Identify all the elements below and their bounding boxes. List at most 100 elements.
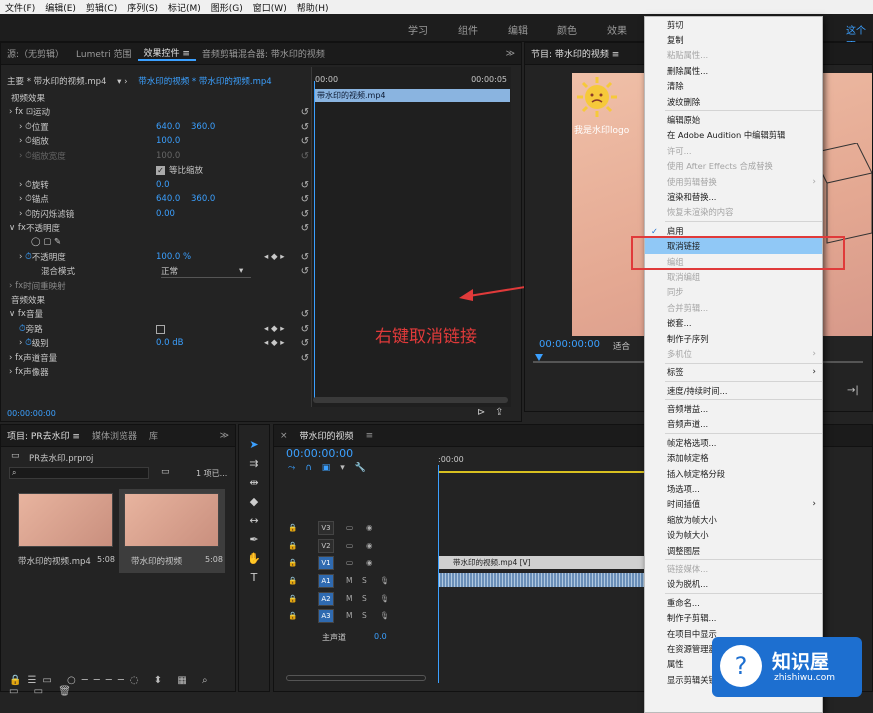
reset-icon[interactable]: ↺ [301, 353, 309, 364]
context-menu-item[interactable]: 制作子剪辑... [645, 610, 822, 625]
track-header[interactable]: 🔒 V2 ▭ ◉ [278, 537, 438, 554]
lock-icon[interactable]: 🔒 [288, 576, 297, 585]
context-menu-item[interactable]: 重命名... [645, 595, 822, 610]
context-menu-item[interactable]: 时间插值 › [645, 497, 822, 512]
scale-row[interactable]: › ⏱ 缩放 100.0 ↺ [19, 134, 309, 149]
tab-media-browser[interactable]: 媒体浏览器 [86, 429, 143, 442]
track-header[interactable]: 🔒 V3 ▭ ◉ [278, 519, 438, 536]
filter-icon[interactable]: ⊳ [477, 407, 485, 418]
tab-effect-controls[interactable]: 效果控件 ≡ [137, 46, 196, 61]
tab-libraries[interactable]: 库 [143, 429, 164, 442]
track-target[interactable]: V2 [318, 538, 334, 553]
lock-icon[interactable]: 🔒 [288, 558, 297, 567]
new-bin-icon[interactable]: ▭ [161, 467, 170, 477]
context-menu-item[interactable]: 音频声道... [645, 417, 822, 432]
reset-icon[interactable]: ↺ [301, 209, 309, 220]
menu-item[interactable]: 窗口(W) [248, 1, 292, 14]
context-menu-item[interactable]: 帧定格选项... [645, 435, 822, 450]
lock-icon[interactable]: 🔒 [288, 523, 297, 532]
effect-scrollbar[interactable] [313, 397, 508, 403]
menu-item[interactable]: 编辑(E) [40, 1, 81, 14]
tab-project[interactable]: 项目: PR去水印 ≡ [1, 429, 86, 442]
track-header[interactable]: 🔒 A2 M S 🎙 [278, 590, 438, 607]
track-header[interactable]: 🔒 A3 M S 🎙 [278, 607, 438, 624]
anchor-row[interactable]: › ⏱ 锚点 640.0 360.0 ↺ [19, 192, 309, 207]
ripple-edit-icon[interactable]: ⇹ [247, 475, 261, 489]
reset-icon[interactable]: ↺ [301, 338, 309, 349]
opacity-row[interactable]: › ⏱ 不透明度 100.0 % ◂ ◆ ▸ ↺ [19, 250, 309, 265]
workspace-tab[interactable]: 组件 [458, 22, 478, 37]
context-menu-item[interactable]: 标签 › [645, 365, 822, 380]
position-row[interactable]: › ⏱ 位置 640.0 360.0 ↺ [19, 120, 309, 135]
track-target[interactable]: A3 [318, 608, 334, 623]
project-item[interactable]: 带水印的视频.mp4 5:08 [15, 493, 115, 573]
volume-row[interactable]: ∨ fx 音量 ↺ [9, 307, 309, 322]
sync-lock-icon[interactable]: ▭ [346, 558, 353, 567]
context-menu-item[interactable]: 渲染和替换... [645, 189, 822, 204]
mask-tools[interactable]: ◯ ▢ ✎ [31, 235, 61, 250]
track-header[interactable]: 🔒 V1 ▭ ◉ [278, 554, 438, 571]
blend-mode-row[interactable]: 混合模式 正常 ▾ ↺ [41, 264, 309, 279]
mute-button[interactable]: M [346, 576, 352, 585]
solo-button[interactable]: S [362, 576, 367, 585]
razor-icon[interactable]: ◆ [247, 494, 261, 508]
context-menu-item[interactable]: 制作子序列 [645, 331, 822, 346]
reset-icon[interactable]: ↺ [301, 324, 309, 335]
lock-icon[interactable]: 🔒 [288, 541, 297, 550]
program-playhead[interactable] [535, 354, 543, 361]
reset-icon[interactable]: ↺ [301, 122, 309, 133]
track-select-icon[interactable]: ⇉ [247, 456, 261, 470]
menu-item[interactable]: 序列(S) [122, 1, 163, 14]
context-menu-item[interactable]: 剪切 [645, 17, 822, 32]
sequence-tab[interactable]: 带水印的视频 [294, 429, 360, 442]
fit-select[interactable]: 适合 [613, 340, 630, 352]
eye-icon[interactable]: ◉ [366, 541, 373, 550]
mic-icon[interactable]: 🎙 [380, 611, 390, 620]
reset-icon[interactable]: ↺ [301, 136, 309, 147]
tab-source[interactable]: 源:（无剪辑） [1, 47, 70, 60]
tab-lumetri-scopes[interactable]: Lumetri 范围 [70, 47, 137, 60]
next-edit-icon[interactable]: →| [847, 385, 859, 396]
master-level[interactable]: 0.0 [374, 632, 387, 641]
track-header[interactable]: 🔒 A1 M S 🎙 [278, 572, 438, 589]
rotation-row[interactable]: › ⏱ 旋转 0.0 ↺ [19, 178, 309, 193]
anti-flicker-row[interactable]: › ⏱ 防闪烁滤镜 0.00 ↺ [19, 207, 309, 222]
reset-icon[interactable]: ↺ [301, 223, 309, 234]
panel-overflow[interactable]: ≫ [214, 431, 235, 441]
context-menu-item[interactable]: 删除属性... [645, 63, 822, 78]
menu-item[interactable]: 标记(M) [163, 1, 206, 14]
panel-overflow[interactable]: ≫ [500, 49, 521, 59]
program-timecode[interactable]: 00:00:00:00 [539, 339, 600, 350]
track-target[interactable]: A1 [318, 573, 334, 588]
lock-icon[interactable]: 🔒 [288, 611, 297, 620]
clip-bar[interactable]: 带水印的视频.mp4 [314, 89, 510, 102]
eye-icon[interactable]: ◉ [366, 523, 373, 532]
pen-tool-icon[interactable]: ✒ [247, 532, 261, 546]
lock-icon[interactable]: 🔒 [288, 594, 297, 603]
eye-icon[interactable]: ◉ [366, 558, 373, 567]
reset-icon[interactable]: ↺ [301, 309, 309, 320]
solo-button[interactable]: S [362, 611, 367, 620]
clip-video[interactable]: 带水印的视频.mp4 [V] [439, 556, 649, 569]
clip-audio-a1[interactable] [439, 573, 649, 587]
selection-tool-icon[interactable]: ➤ [247, 437, 261, 451]
workspace-tab[interactable]: 效果 [607, 22, 627, 37]
export-icon[interactable]: ⇪ [495, 407, 503, 418]
context-menu-item[interactable]: 添加帧定格 [645, 451, 822, 466]
slip-tool-icon[interactable]: ↔ [247, 513, 261, 527]
context-menu-item[interactable]: 在 Adobe Audition 中编辑剪辑 [645, 128, 822, 143]
sync-lock-icon[interactable]: ▭ [346, 523, 353, 532]
menu-item[interactable]: 剪辑(C) [81, 1, 122, 14]
context-menu-item[interactable]: 复制 [645, 32, 822, 47]
work-area-bar[interactable] [438, 471, 648, 473]
opacity-group-row[interactable]: ∨ fx 不透明度 ↺ [9, 221, 309, 236]
workspace-tab[interactable]: 编辑 [508, 22, 528, 37]
mute-button[interactable]: M [346, 594, 352, 603]
solo-button[interactable]: S [362, 594, 367, 603]
time-remap-row[interactable]: › fx 时间重映射 [9, 279, 309, 294]
playhead-line[interactable] [314, 81, 315, 401]
bypass-row[interactable]: ⏱ 旁路 ◂ ◆ ▸ ↺ [19, 322, 309, 337]
context-menu-item[interactable]: 音频增益... [645, 401, 822, 416]
motion-row[interactable]: › fx ⊡ 运动 ↺ [9, 105, 309, 120]
blend-mode-select[interactable]: 正常 [161, 265, 251, 278]
